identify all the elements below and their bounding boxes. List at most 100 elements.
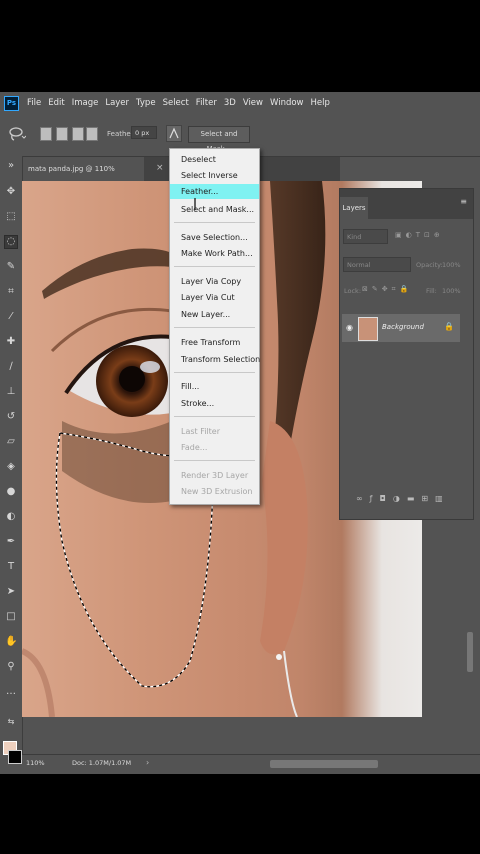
menu-item-deselect[interactable]: Deselect bbox=[170, 152, 259, 167]
menu-item-new-3d-extrusion: New 3D Extrusion bbox=[181, 487, 253, 496]
adjustment-layer-icon[interactable]: ◑ bbox=[393, 494, 407, 503]
dodge-icon[interactable]: ◐ bbox=[5, 511, 17, 523]
new-group-icon[interactable]: ▬ bbox=[407, 494, 422, 503]
clone-stamp-icon[interactable]: ⊥ bbox=[5, 386, 17, 398]
menu-item-transform-selection[interactable]: Transform Selection bbox=[170, 352, 260, 367]
delete-layer-icon[interactable]: ▥ bbox=[435, 494, 450, 503]
select-menu-dropdown: Deselect Select Inverse Feather... Selec… bbox=[169, 148, 260, 505]
feather-input[interactable]: 0 px bbox=[131, 126, 157, 139]
move-icon[interactable]: ✥ bbox=[5, 186, 17, 198]
hand-icon[interactable]: ✋ bbox=[5, 636, 17, 648]
document-tab[interactable]: mata panda.jpg @ 110% (RGB/8#) * bbox=[22, 157, 144, 197]
menu-separator bbox=[174, 372, 255, 373]
photoshop-logo: Ps bbox=[4, 95, 19, 111]
document-size-info[interactable]: Doc: 1.07M/1.07M bbox=[72, 759, 131, 767]
eyedropper-icon[interactable]: ⁄ bbox=[5, 311, 17, 323]
menu-item-save-selection[interactable]: Save Selection... bbox=[170, 230, 259, 245]
layer-thumbnail bbox=[358, 317, 378, 341]
menu-item-stroke[interactable]: Stroke... bbox=[170, 396, 259, 411]
layer-filter-icons[interactable]: ▣◐T⊡⊕ bbox=[395, 231, 444, 239]
lasso-preset-icon[interactable] bbox=[8, 126, 26, 142]
new-selection-button[interactable] bbox=[40, 127, 52, 141]
lock-label: Lock: bbox=[344, 287, 362, 295]
blend-mode-select[interactable]: Normal bbox=[343, 257, 411, 272]
menu-type[interactable]: Type bbox=[136, 98, 156, 108]
menu-separator bbox=[174, 327, 255, 328]
menu-image[interactable]: Image bbox=[72, 98, 99, 108]
toolbar-collapse-icon[interactable]: » bbox=[5, 160, 17, 172]
menu-help[interactable]: Help bbox=[311, 98, 330, 108]
menu-select[interactable]: Select bbox=[163, 98, 189, 108]
quick-selection-icon[interactable]: ✎ bbox=[5, 261, 17, 273]
lock-options-icons[interactable]: ⊠✎✥⌗🔒 bbox=[362, 285, 412, 294]
add-to-selection-button[interactable] bbox=[56, 127, 68, 141]
lasso-icon[interactable]: ◌ bbox=[4, 235, 18, 249]
more-tools-icon[interactable]: … bbox=[5, 686, 17, 698]
pen-icon[interactable]: ✒ bbox=[5, 536, 17, 548]
link-layers-icon[interactable]: ∞ bbox=[356, 494, 370, 503]
vertical-scrollbar[interactable] bbox=[467, 632, 473, 672]
brush-icon[interactable]: ∕ bbox=[5, 361, 17, 373]
menu-item-feather[interactable]: Feather... bbox=[170, 184, 259, 199]
opacity-value[interactable]: 100% bbox=[442, 261, 461, 269]
menu-item-free-transform[interactable]: Free Transform bbox=[170, 335, 259, 350]
intersect-selection-button[interactable] bbox=[86, 127, 98, 141]
menu-item-make-work-path[interactable]: Make Work Path... bbox=[170, 246, 259, 261]
menu-item-new-layer[interactable]: New Layer... bbox=[170, 307, 259, 322]
add-mask-icon[interactable]: ◘ bbox=[380, 494, 393, 503]
menu-separator bbox=[174, 266, 255, 267]
select-and-mask-button[interactable]: Select and Mask... bbox=[188, 126, 250, 153]
background-color-swatch[interactable] bbox=[8, 750, 22, 764]
layer-row-background[interactable]: ◉ Background 🔒 bbox=[342, 314, 460, 342]
blur-icon[interactable]: ● bbox=[5, 486, 17, 498]
horizontal-scrollbar[interactable] bbox=[270, 760, 378, 768]
menu-view[interactable]: View bbox=[243, 98, 263, 108]
opacity-label: Opacity: bbox=[416, 261, 443, 269]
menu-separator bbox=[174, 222, 255, 223]
zoom-icon[interactable]: ⚲ bbox=[5, 661, 17, 673]
menu-filter[interactable]: Filter bbox=[196, 98, 217, 108]
menu-item-layer-via-cut[interactable]: Layer Via Cut bbox=[170, 290, 259, 305]
menu-separator bbox=[174, 416, 255, 417]
menu-layer[interactable]: Layer bbox=[105, 98, 129, 108]
status-arrow-icon[interactable]: › bbox=[146, 758, 149, 767]
history-brush-icon[interactable]: ↺ bbox=[5, 411, 17, 423]
menu-edit[interactable]: Edit bbox=[48, 98, 64, 108]
type-icon[interactable]: T bbox=[5, 561, 17, 573]
fill-value[interactable]: 100% bbox=[442, 287, 461, 295]
gradient-icon[interactable]: ◈ bbox=[5, 461, 17, 473]
menu-file[interactable]: File bbox=[27, 98, 41, 108]
layer-kind-filter[interactable]: Kind bbox=[343, 229, 388, 244]
layers-panel: Layers ≡ Kind ▣◐T⊡⊕ Normal Opacity: 100%… bbox=[339, 188, 474, 520]
menu-item-select-inverse[interactable]: Select Inverse bbox=[170, 168, 259, 183]
crop-icon[interactable]: ⌗ bbox=[5, 286, 17, 298]
rectangle-icon[interactable]: □ bbox=[5, 611, 17, 623]
eraser-icon[interactable]: ▱ bbox=[5, 436, 17, 448]
anti-alias-icon[interactable] bbox=[166, 125, 182, 142]
new-layer-icon[interactable]: ⊞ bbox=[421, 494, 435, 503]
menu-3d[interactable]: 3D bbox=[224, 98, 236, 108]
layers-tab[interactable]: Layers bbox=[340, 197, 368, 219]
menu-bar: Ps File Edit Image Layer Type Select Fil… bbox=[0, 92, 480, 114]
menu-item-fade: Fade... bbox=[181, 443, 208, 452]
zoom-level[interactable]: 110% bbox=[26, 759, 45, 767]
path-selection-icon[interactable]: ➤ bbox=[5, 586, 17, 598]
menu-item-select-and-mask[interactable]: Select and Mask... bbox=[170, 202, 259, 217]
panel-menu-icon[interactable]: ≡ bbox=[460, 197, 467, 206]
menu-item-last-filter: Last Filter bbox=[181, 427, 221, 436]
visibility-eye-icon[interactable]: ◉ bbox=[346, 323, 353, 332]
menu-item-fill[interactable]: Fill... bbox=[170, 379, 259, 394]
menu-item-layer-via-copy[interactable]: Layer Via Copy bbox=[170, 274, 259, 289]
photoshop-window: Ps File Edit Image Layer Type Select Fil… bbox=[0, 92, 480, 774]
layer-lock-icon: 🔒 bbox=[444, 322, 454, 331]
layers-panel-actions: ∞ƒ◘◑▬⊞▥ bbox=[356, 494, 450, 503]
close-tab-icon[interactable]: × bbox=[156, 163, 164, 173]
subtract-from-selection-button[interactable] bbox=[72, 127, 84, 141]
mouse-cursor-icon bbox=[194, 198, 196, 210]
marquee-icon[interactable]: ⬚ bbox=[5, 211, 17, 223]
menu-window[interactable]: Window bbox=[270, 98, 304, 108]
swap-colors-icon[interactable]: ⇆ bbox=[5, 716, 17, 728]
fx-icon[interactable]: ƒ bbox=[370, 494, 380, 503]
healing-brush-icon[interactable]: ✚ bbox=[5, 336, 17, 348]
tools-panel: » ✥ ⬚ ◌ ✎ ⌗ ⁄ ✚ ∕ ⊥ ↺ ▱ ◈ ● ◐ ✒ T ➤ □ ✋ … bbox=[0, 156, 23, 766]
